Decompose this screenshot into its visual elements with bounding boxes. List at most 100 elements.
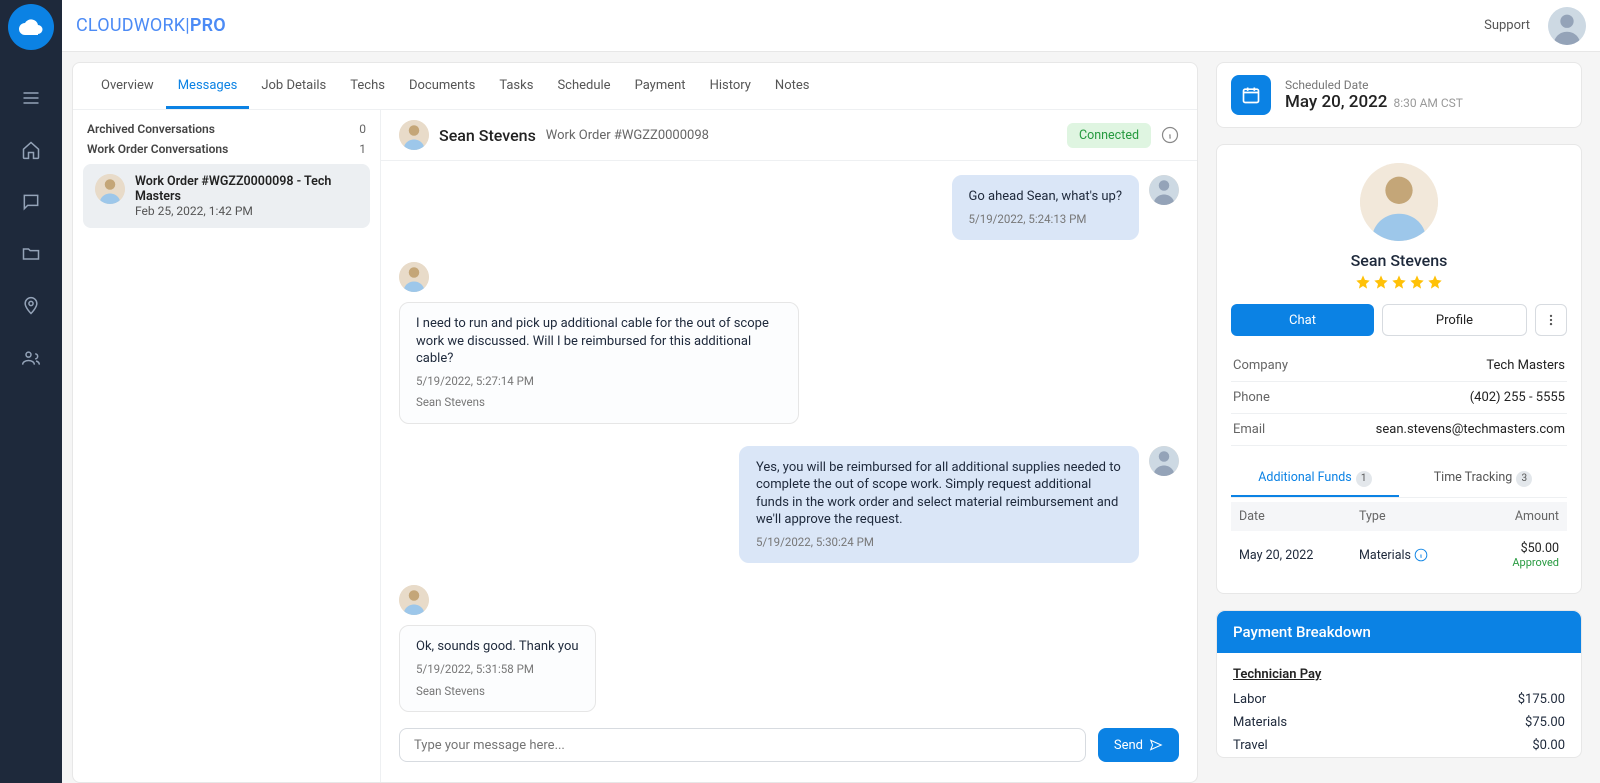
message-meta: 5/19/2022, 5:31:58 PM [416,662,579,678]
tabs: Overview Messages Job Details Techs Docu… [73,63,1197,110]
profile-card: Sean Stevens Chat Profile Compa [1216,144,1582,594]
tab-messages[interactable]: Messages [166,63,250,109]
sender-avatar [399,262,429,292]
archived-count: 0 [359,122,366,136]
tab-documents[interactable]: Documents [397,63,487,109]
chat-icon[interactable] [0,176,62,228]
message-list: Go ahead Sean, what's up?5/19/2022, 5:24… [381,161,1197,712]
info-icon[interactable] [1161,126,1179,144]
message-sender: Sean Stevens [416,684,579,700]
calendar-icon [1231,75,1271,115]
location-icon[interactable] [0,280,62,332]
conversation-time: Feb 25, 2022, 1:42 PM [135,204,358,218]
folder-icon[interactable] [0,228,62,280]
message-meta: 5/19/2022, 5:27:14 PM [416,374,782,390]
status-badge: Connected [1067,123,1151,148]
profile-avatar [1360,163,1438,241]
col-amount: Amount [1459,509,1559,524]
tab-notes[interactable]: Notes [763,63,822,109]
message: Yes, you will be reimbursed for all addi… [399,446,1179,564]
sched-label: Scheduled Date [1285,78,1463,92]
star-icon [1373,274,1389,290]
tab-payment[interactable]: Payment [623,63,698,109]
send-button[interactable]: Send [1098,728,1179,762]
profile-name: Sean Stevens [1351,251,1448,270]
more-vertical-icon [1544,313,1558,327]
star-icon [1355,274,1371,290]
nav-rail [0,0,62,783]
conversation-title: Work Order #WGZZ0000098 - Tech Masters [135,174,358,204]
app-logo [8,4,54,50]
company-label: Company [1233,358,1288,373]
tab-techs[interactable]: Techs [338,63,397,109]
wo-convo-count: 1 [359,142,366,156]
materials-label: Materials [1233,715,1287,730]
payment-title: Payment Breakdown [1217,611,1581,653]
wo-convo-label: Work Order Conversations [87,142,228,156]
message: Go ahead Sean, what's up?5/19/2022, 5:24… [399,175,1179,240]
star-icon [1409,274,1425,290]
company-value: Tech Masters [1486,358,1565,373]
message-text: Go ahead Sean, what's up? [969,188,1122,206]
sender-avatar [1149,446,1179,476]
message-sender: Sean Stevens [416,395,782,411]
travel-value: $0.00 [1532,738,1565,753]
star-icon [1427,274,1443,290]
chat-header: Sean Stevens Work Order #WGZZ0000098 Con… [381,110,1197,161]
archived-label: Archived Conversations [87,122,215,136]
chat-avatar [399,120,429,150]
email-value: sean.stevens@techmasters.com [1376,422,1565,437]
labor-label: Labor [1233,692,1266,707]
tech-pay-heading: Technician Pay [1233,663,1565,688]
people-icon[interactable] [0,332,62,384]
tab-history[interactable]: History [698,63,763,109]
af-count: 1 [1356,471,1372,487]
info-icon[interactable] [1414,548,1428,562]
tab-tasks[interactable]: Tasks [487,63,545,109]
subtab-time-tracking[interactable]: Time Tracking3 [1399,460,1567,497]
conversation-item[interactable]: Work Order #WGZZ0000098 - Tech Masters F… [83,164,370,228]
email-label: Email [1233,422,1265,437]
chat-button[interactable]: Chat [1231,304,1374,336]
scheduled-date-card: Scheduled Date May 20, 2022 8:30 AM CST [1216,62,1582,128]
tab-job-details[interactable]: Job Details [249,63,338,109]
payment-card: Payment Breakdown Technician Pay Labor $1… [1216,610,1582,758]
message-input[interactable] [399,728,1086,762]
cell-date: May 20, 2022 [1239,548,1359,563]
chat-name: Sean Stevens [439,126,536,145]
chat-subtitle: Work Order #WGZZ0000098 [546,128,709,143]
rating-stars [1355,274,1443,290]
phone-label: Phone [1233,390,1270,405]
brand: CLOUDWORK|PRO [76,15,226,36]
col-date: Date [1239,509,1359,524]
tab-overview[interactable]: Overview [89,63,166,109]
sender-avatar [1149,175,1179,205]
work-order-card: Overview Messages Job Details Techs Docu… [72,62,1198,783]
message-meta: 5/19/2022, 5:30:24 PM [756,535,1122,551]
tech-avatar [95,174,125,204]
home-icon[interactable] [0,124,62,176]
profile-button[interactable]: Profile [1382,304,1527,336]
chat-pane: Sean Stevens Work Order #WGZZ0000098 Con… [381,110,1197,782]
conversation-list: Archived Conversations 0 Work Order Conve… [73,110,381,782]
subtab-additional-funds[interactable]: Additional Funds1 [1231,460,1399,497]
menu-icon[interactable] [0,72,62,124]
more-button[interactable] [1535,304,1567,336]
message-text: Ok, sounds good. Thank you [416,638,579,656]
tab-schedule[interactable]: Schedule [545,63,622,109]
col-type: Type [1359,509,1459,524]
sender-avatar [399,585,429,615]
cell-status: Approved [1459,556,1559,569]
message: Ok, sounds good. Thank you 5/19/2022, 5:3… [399,585,1179,712]
support-link[interactable]: Support [1484,18,1530,33]
topbar: CLOUDWORK|PRO Support [62,0,1600,52]
sched-time: 8:30 AM CST [1393,96,1463,110]
message-text: I need to run and pick up additional cab… [416,315,782,368]
user-avatar[interactable] [1548,7,1586,45]
compose-row: Send [381,712,1197,782]
sched-date: May 20, 2022 [1285,92,1387,112]
star-icon [1391,274,1407,290]
cell-type: Materials [1359,548,1459,563]
message-text: Yes, you will be reimbursed for all addi… [756,459,1122,529]
labor-value: $175.00 [1518,692,1565,707]
